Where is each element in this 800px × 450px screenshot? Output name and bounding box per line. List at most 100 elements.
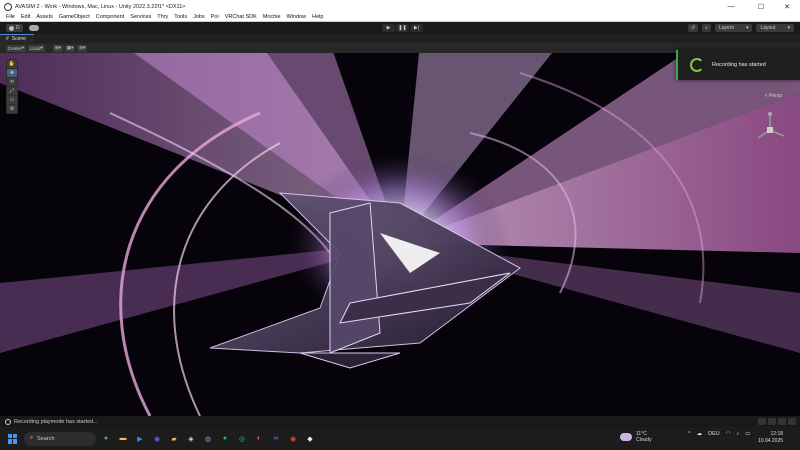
pinned-apps: ● ▬ ▶ ◉ ▰ ◈ ◍ ● ◎ ◐ ∞ ◉ ◆: [100, 433, 316, 445]
menu-help[interactable]: Help: [312, 14, 323, 20]
steam-icon[interactable]: ◍: [202, 433, 214, 445]
layers-label: Layers: [718, 25, 734, 31]
menu-gameobject[interactable]: GameObject: [59, 14, 90, 20]
space-dropdown[interactable]: Local ▾: [27, 44, 45, 52]
status-message[interactable]: Recording playmode has started...: [14, 419, 98, 425]
tab-scene[interactable]: # Scene: [0, 34, 34, 43]
account-label: D: [16, 25, 20, 31]
scene-viewport[interactable]: [0, 53, 800, 416]
menu-assets[interactable]: Assets: [36, 14, 53, 20]
minimize-button[interactable]: —: [718, 0, 744, 13]
notification-message: Recording has started: [712, 62, 766, 68]
status-bar: Recording playmode has started...: [0, 416, 800, 427]
taskbar-clock[interactable]: 12:18 10.04.2025: [758, 431, 783, 445]
recording-spinner-icon: [690, 58, 704, 72]
unity-logo-icon: [4, 2, 12, 11]
weather-widget[interactable]: 11°C Cloudy: [620, 431, 652, 443]
scale-tool-button[interactable]: ⤢: [7, 87, 17, 95]
scene-tab-label: Scene: [11, 36, 26, 42]
menu-jobs[interactable]: Jobs: [193, 14, 205, 20]
transform-tool-button[interactable]: ⚙: [7, 105, 17, 113]
chevron-down-icon: ▾: [787, 25, 790, 31]
menu-vrchat-sdk[interactable]: VRChat SDK: [225, 14, 257, 20]
clock-date: 10.04.2025: [758, 438, 784, 444]
whatsapp-icon[interactable]: ◎: [236, 433, 248, 445]
notifications-icon[interactable]: [778, 418, 786, 425]
cloud-icon[interactable]: [28, 25, 39, 31]
move-tool-button[interactable]: ✥: [7, 69, 17, 77]
volume-icon[interactable]: ♪: [737, 431, 740, 437]
meta-icon[interactable]: ∞: [270, 433, 282, 445]
firefox-icon[interactable]: ◐: [253, 433, 265, 445]
close-button[interactable]: ✕: [774, 0, 800, 13]
pivot-dropdown[interactable]: Center ▾: [6, 44, 26, 52]
windows-taskbar: ⌕ Search ● ▬ ▶ ◉ ▰ ◈ ◍ ● ◎ ◐ ∞ ◉ ◆: [0, 427, 800, 450]
wifi-icon[interactable]: ◠: [726, 431, 731, 437]
vrchat-icon[interactable]: ◆: [304, 433, 316, 445]
rect-tool-button[interactable]: ▭: [7, 96, 17, 104]
menu-tools[interactable]: Tools: [174, 14, 187, 20]
zoom-icon[interactable]: ▶: [134, 433, 146, 445]
menu-bar: File Edit Assets GameObject Component Se…: [0, 13, 800, 22]
play-controls: ▶ ❚❚ ▶|: [382, 24, 423, 32]
clock-time: 12:18: [770, 431, 784, 437]
layout-label: Layout: [760, 25, 776, 31]
recording-notification: Recording has started: [676, 50, 800, 80]
search-placeholder: Search: [37, 435, 55, 442]
pause-button[interactable]: ❚❚: [396, 24, 409, 32]
info-icon: [5, 418, 11, 425]
hand-tool-button[interactable]: ✋: [7, 60, 17, 68]
cache-server-icon[interactable]: [768, 418, 776, 425]
menu-thry[interactable]: Thry: [157, 14, 168, 20]
step-button[interactable]: ▶|: [410, 24, 423, 32]
projection-toggle[interactable]: < Persp: [765, 93, 782, 99]
menu-edit[interactable]: Edit: [21, 14, 30, 20]
search-icon: ⌕: [30, 435, 34, 441]
layout-dropdown[interactable]: Layout ▾: [756, 24, 794, 32]
chat-icon[interactable]: ◉: [151, 433, 163, 445]
system-tray: ^ ☁ DEU ◠ ♪ ▭: [688, 431, 750, 437]
menu-file[interactable]: File: [6, 14, 15, 20]
debug-mode-icon[interactable]: [788, 418, 796, 425]
maximize-button[interactable]: ☐: [748, 0, 774, 13]
menu-poi[interactable]: Poi: [211, 14, 219, 20]
status-right-icons: [758, 418, 796, 425]
windows-start-icon[interactable]: [8, 433, 18, 444]
history-icon: ↺: [690, 25, 696, 31]
undo-history-button[interactable]: ↺: [687, 24, 699, 32]
tools-overlay-button[interactable]: ⊟▾: [77, 44, 88, 52]
layers-dropdown[interactable]: Layers ▾: [714, 24, 753, 32]
play-button[interactable]: ▶: [382, 24, 395, 32]
language-indicator[interactable]: DEU: [708, 431, 720, 437]
weather-description: Cloudy: [636, 437, 652, 443]
space-label: Local: [29, 45, 41, 51]
spotify-icon[interactable]: ●: [219, 433, 231, 445]
onedrive-icon[interactable]: ☁: [697, 431, 703, 437]
menu-component[interactable]: Component: [96, 14, 124, 20]
tab-bar: # Scene: [0, 34, 800, 43]
rotate-tool-button[interactable]: ⟲: [7, 78, 17, 86]
search-icon: ⌕: [705, 25, 708, 31]
unity-icon[interactable]: ◈: [185, 433, 197, 445]
progress-icon[interactable]: [758, 418, 766, 425]
menu-window[interactable]: Window: [287, 14, 307, 20]
grid-snap-button[interactable]: ⊞▾: [52, 44, 63, 52]
green-app-icon[interactable]: ●: [100, 433, 112, 445]
increment-snap-button[interactable]: ▦▾: [64, 44, 76, 52]
chevron-up-icon[interactable]: ^: [688, 431, 691, 437]
tool-palette: ✋ ✥ ⟲ ⤢ ▭ ⚙: [6, 59, 18, 114]
cloud-weather-icon: [620, 433, 632, 441]
chrome-icon[interactable]: ◉: [287, 433, 299, 445]
orientation-gizmo[interactable]: [750, 108, 790, 158]
search-button[interactable]: ⌕: [702, 24, 711, 32]
pivot-label: Center: [8, 45, 22, 51]
battery-icon[interactable]: ▭: [745, 431, 750, 437]
scene-tab-icon: #: [6, 36, 9, 42]
main-toolbar: D ▶ ❚❚ ▶| ↺ ⌕ Layers ▾ Layout ▾: [0, 22, 800, 34]
menu-services[interactable]: Services: [130, 14, 151, 20]
folder-icon[interactable]: ▰: [168, 433, 180, 445]
taskbar-search[interactable]: ⌕ Search: [24, 431, 96, 446]
menu-mochie[interactable]: Mochie: [263, 14, 281, 20]
account-button[interactable]: D: [6, 24, 23, 32]
file-explorer-icon[interactable]: ▬: [117, 433, 129, 445]
